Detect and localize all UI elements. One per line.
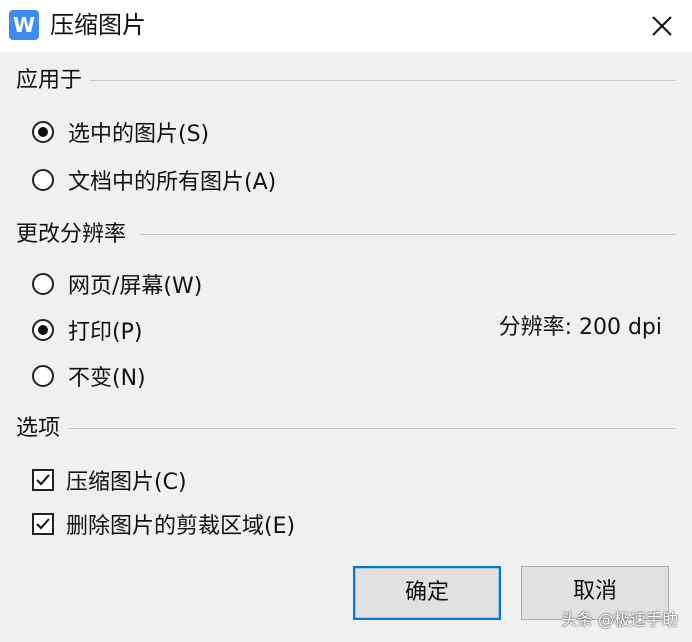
radio-unchanged[interactable]: 不变(N) [32,360,146,392]
checkbox-compress-pictures[interactable]: 压缩图片(C) [32,464,187,496]
radio-label: 文档中的所有图片(A) [68,170,277,195]
checkbox-delete-cropped-areas[interactable]: 删除图片的剪裁区域(E) [32,508,295,540]
watermark: 头条 @极速手助 [560,610,678,629]
radio-print[interactable]: 打印(P) [32,314,142,346]
ok-button[interactable]: 确定 [353,566,501,620]
checkmark-icon [36,474,50,486]
radio-selected-pictures[interactable]: 选中的图片(S) [32,116,209,148]
checkmark-icon [36,518,50,530]
radio-button-checked[interactable] [32,319,54,341]
radio-all-pictures[interactable]: 文档中的所有图片(A) [32,164,276,196]
radio-label: 网页/屏幕(W) [68,274,203,299]
radio-label: 选中的图片(S) [68,122,210,147]
section-divider [140,234,676,235]
radio-label: 打印(P) [68,320,143,345]
radio-button[interactable] [32,273,54,295]
compress-pictures-dialog: W 压缩图片 应用于 选中的图片(S) 文档中的所有图片(A) 更改分辨率 网页… [0,0,692,642]
checkbox-label: 压缩图片(C) [66,470,187,495]
section-divider [62,428,676,429]
close-icon [652,16,672,36]
radio-button[interactable] [32,169,54,191]
radio-web-screen[interactable]: 网页/屏幕(W) [32,268,202,300]
radio-label: 不变(N) [68,366,146,391]
section-title-resolution: 更改分辨率 [16,220,135,250]
checkbox-checked[interactable] [32,469,54,491]
resolution-value: 分辨率: 200 dpi [498,315,662,340]
wps-writer-icon: W [9,10,39,40]
close-button[interactable] [632,0,692,52]
title-bar: W 压缩图片 [0,0,692,52]
checkbox-label: 删除图片的剪裁区域(E) [66,514,296,539]
checkbox-checked[interactable] [32,513,54,535]
section-title-apply-to: 应用于 [16,66,91,96]
dialog-title: 压缩图片 [50,11,146,39]
section-divider [86,80,676,81]
radio-button[interactable] [32,365,54,387]
section-title-options: 选项 [16,414,69,444]
radio-button-checked[interactable] [32,121,54,143]
